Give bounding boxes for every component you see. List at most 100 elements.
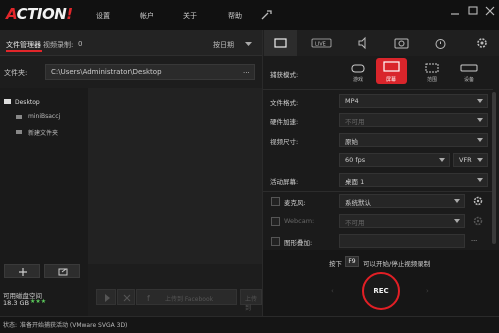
menu-settings[interactable]: 设置 <box>96 11 110 21</box>
monitor-icon <box>4 99 11 104</box>
record-label: REC <box>373 287 389 295</box>
overlay-checkbox[interactable] <box>271 237 280 246</box>
hw-accel-label: 硬件加速: <box>270 118 299 126</box>
file-format-value: MP4 <box>345 97 359 105</box>
settings-scrollbar[interactable] <box>492 92 496 244</box>
film-icon <box>274 38 287 48</box>
webcam-select[interactable]: 不可用 <box>339 214 465 228</box>
active-screen-label: 活动屏幕: <box>270 178 299 186</box>
mic-value: 系统默认 <box>345 199 371 207</box>
mic-label: 麦克风: <box>284 199 306 207</box>
open-folder-icon <box>58 268 68 276</box>
facebook-icon: f <box>147 294 150 301</box>
screen-icon <box>383 61 400 72</box>
app-logo: ACTION! <box>6 5 73 23</box>
tab-live[interactable]: LIVE <box>305 30 338 56</box>
minimize-icon <box>451 13 459 15</box>
open-folder-button[interactable] <box>44 264 80 278</box>
live-icon: LIVE <box>311 38 332 48</box>
title-bar <box>0 0 499 30</box>
hotkey-text: F9 <box>348 258 356 265</box>
maximize-icon <box>468 6 478 15</box>
menu-help[interactable]: 帮助 <box>228 11 242 21</box>
delete-icon <box>123 294 131 302</box>
tab-timer[interactable] <box>424 30 457 56</box>
menu-account[interactable]: 帐户 <box>140 11 154 21</box>
minimize-button[interactable] <box>448 4 462 18</box>
mic-settings-gear-icon[interactable] <box>471 194 485 208</box>
upload-youtube-button[interactable]: 上传到 <box>240 289 262 312</box>
divider <box>263 89 493 90</box>
video-size-value: 原始 <box>345 138 358 146</box>
webcam-checkbox[interactable] <box>271 217 280 226</box>
active-screen-select[interactable]: 桌面 1 <box>339 173 488 187</box>
tree-item-folder-2[interactable]: 新建文件夹 <box>28 128 58 137</box>
menu-about[interactable]: 关于 <box>183 11 197 21</box>
close-button[interactable] <box>483 4 497 18</box>
gamepad-icon <box>351 64 365 73</box>
gear-icon <box>477 38 487 48</box>
vfr-select[interactable]: VFR <box>453 153 488 167</box>
tree-item-folder-1[interactable]: miniBsaccj <box>28 113 60 120</box>
video-size-label: 视频尺寸: <box>270 138 299 146</box>
tab-count: 0 <box>78 40 83 48</box>
divider <box>263 191 493 192</box>
tab-file-manager[interactable]: 文件管理器 <box>6 40 41 50</box>
wrench-icon[interactable] <box>260 10 272 20</box>
delete-button[interactable] <box>117 289 135 305</box>
folder-label: 文件夹: <box>4 69 28 77</box>
hw-accel-value: 不可用 <box>345 118 365 126</box>
active-screen-value: 桌面 1 <box>345 178 365 186</box>
mode-screen-label: 屏幕 <box>385 77 396 83</box>
tab-gear[interactable] <box>464 30 497 56</box>
add-folder-button[interactable] <box>4 264 40 278</box>
tab-audio[interactable] <box>346 30 379 56</box>
tab-video-recording[interactable]: 视频录制: <box>43 40 73 50</box>
hotkey-badge: F9 <box>345 256 359 267</box>
timer-icon <box>435 39 446 49</box>
next-arrow-icon[interactable]: › <box>426 287 429 295</box>
vfr-value: VFR <box>459 156 472 164</box>
status-text: 准备开始捕获活动 (VMware SVGA 3D) <box>20 322 128 329</box>
svg-text:f: f <box>147 294 150 301</box>
disk-space-value: 18.3 GB <box>3 299 30 307</box>
webcam-settings-gear-icon[interactable] <box>471 214 485 228</box>
overlay-field[interactable] <box>339 234 465 248</box>
fps-select[interactable]: 60 fps <box>339 153 450 167</box>
mode-game-label: 游戏 <box>352 77 363 83</box>
mic-select[interactable]: 系统默认 <box>339 194 465 208</box>
prev-arrow-icon[interactable]: ‹ <box>331 287 334 295</box>
browse-folder-button[interactable]: ... <box>243 67 250 75</box>
active-tab-underline <box>6 50 42 52</box>
overlay-more-button[interactable]: ... <box>471 235 477 243</box>
sort-by-date[interactable]: 按日期 <box>213 40 234 50</box>
capture-mode-label: 捕获模式: <box>270 71 299 79</box>
record-button[interactable]: REC <box>362 272 400 310</box>
svg-text:LIVE: LIVE <box>315 42 326 48</box>
file-format-select[interactable]: MP4 <box>339 94 488 108</box>
maximize-button[interactable] <box>466 4 480 18</box>
mode-region-label: 范围 <box>426 77 437 83</box>
hw-accel-select[interactable]: 不可用 <box>339 113 488 127</box>
play-button[interactable] <box>96 289 116 305</box>
device-icon <box>460 64 478 72</box>
mic-checkbox[interactable] <box>271 197 280 206</box>
upload-facebook-label: 上传到 Facebook <box>165 296 214 303</box>
speaker-icon <box>358 36 366 50</box>
folder-icon <box>16 115 22 119</box>
tree-item-desktop[interactable]: Desktop <box>15 99 40 106</box>
region-icon <box>425 63 439 73</box>
tab-screenshot[interactable] <box>385 30 418 56</box>
status-prefix: 状态: <box>3 322 18 329</box>
folder-path-field[interactable]: C:\Users\Administrator\Desktop <box>45 64 255 80</box>
chevron-down-icon[interactable] <box>245 42 252 47</box>
camera-icon <box>394 38 409 49</box>
webcam-label: Webcam: <box>284 217 315 225</box>
play-icon <box>105 294 110 302</box>
fps-value: 60 fps <box>345 156 366 164</box>
file-list-area <box>88 88 262 264</box>
video-size-select[interactable]: 原始 <box>339 133 488 147</box>
hint-suffix: 可以开始/停止视频录制 <box>363 260 431 268</box>
disk-rating-stars: ★★★ <box>30 298 47 305</box>
tab-video-settings[interactable] <box>264 30 297 56</box>
